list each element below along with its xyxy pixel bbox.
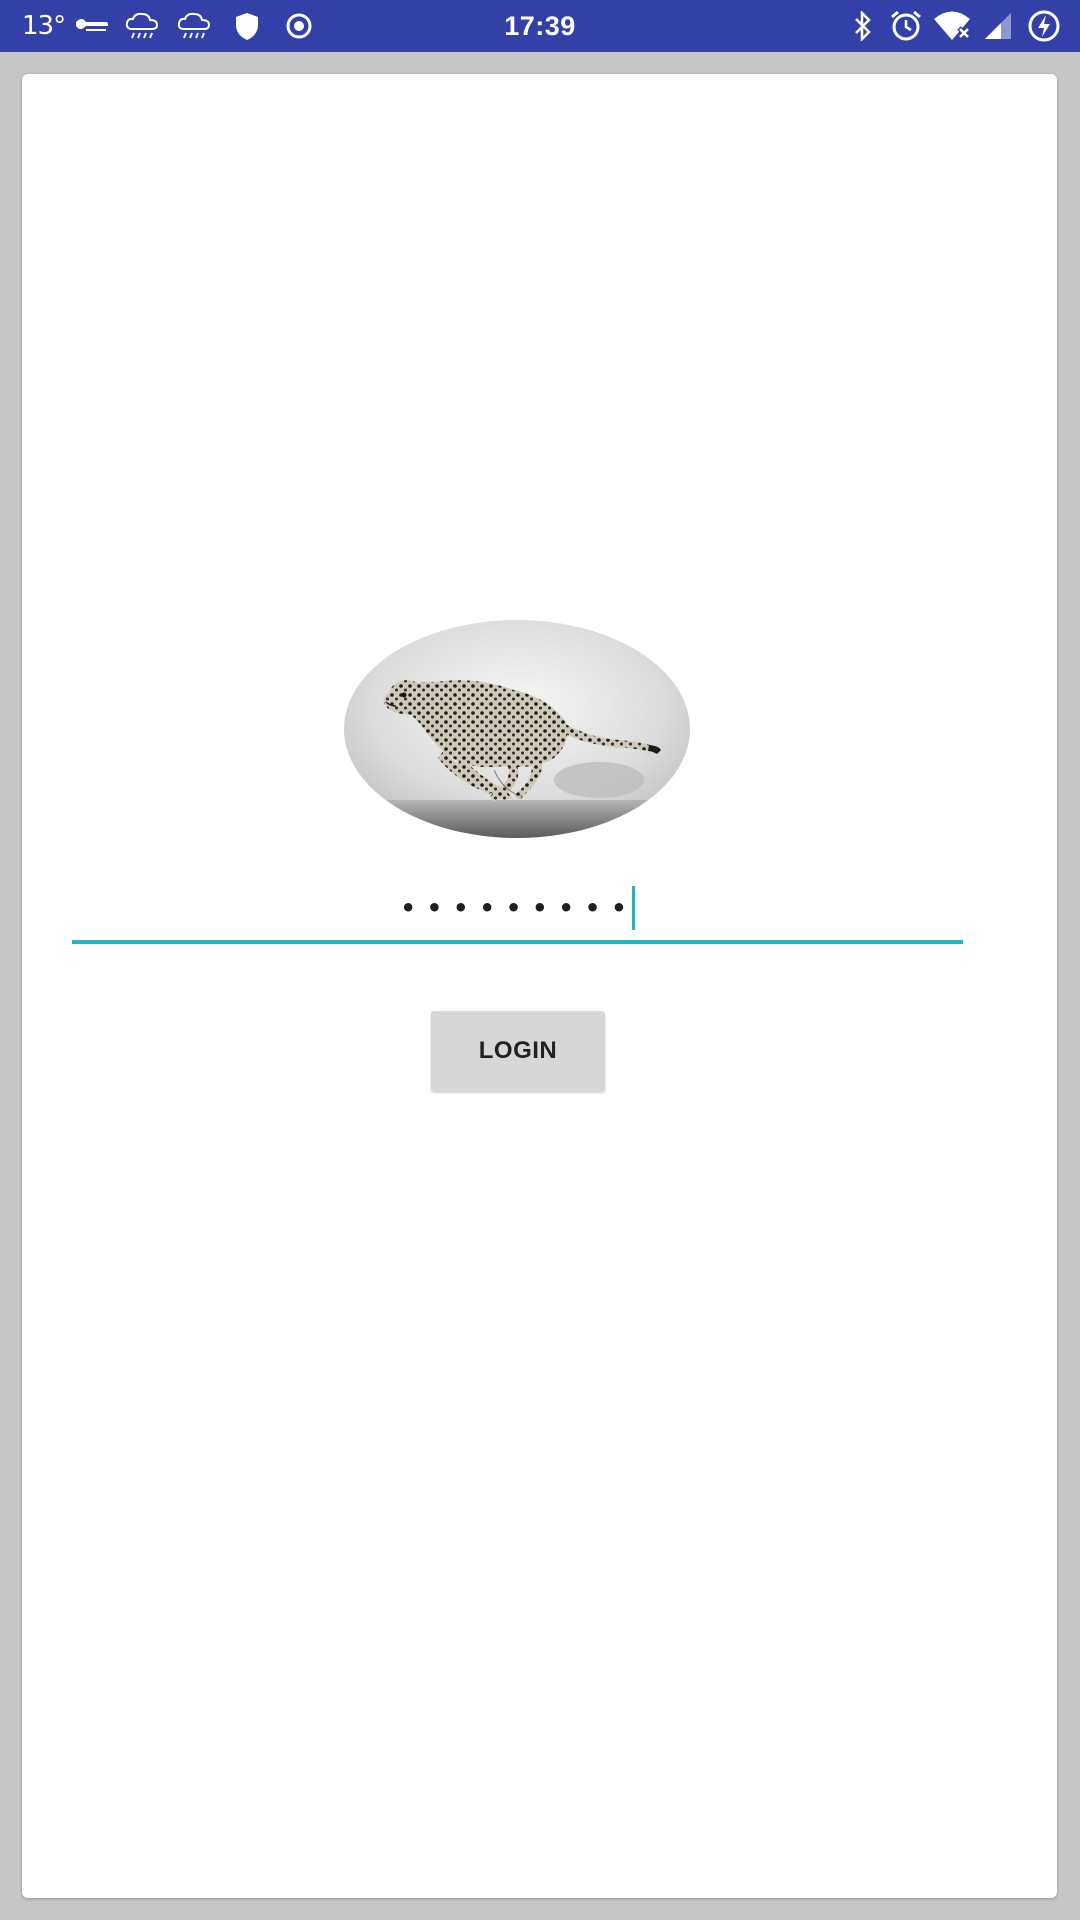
shield-icon [232, 0, 262, 52]
password-input[interactable]: ••••••••• [72, 876, 963, 944]
login-card [22, 74, 1057, 1898]
wifi-no-internet-icon [932, 0, 974, 52]
text-cursor [631, 886, 635, 930]
rain-cloud-icon [124, 0, 160, 52]
alarm-clock-icon [888, 0, 924, 52]
password-value: ••••••••• [400, 894, 638, 922]
status-bar: 13° 17:39 [0, 0, 1080, 52]
temperature-text: 13° [22, 11, 66, 41]
radio-button-icon [284, 0, 314, 52]
login-button[interactable]: LOGIN [431, 1011, 605, 1091]
battery-charging-icon [1026, 0, 1062, 52]
drone-icon [72, 0, 110, 52]
cheetah-logo [344, 620, 690, 838]
bluetooth-icon [850, 0, 876, 52]
rain-cloud-icon [176, 0, 212, 52]
cell-signal-icon [982, 0, 1014, 52]
